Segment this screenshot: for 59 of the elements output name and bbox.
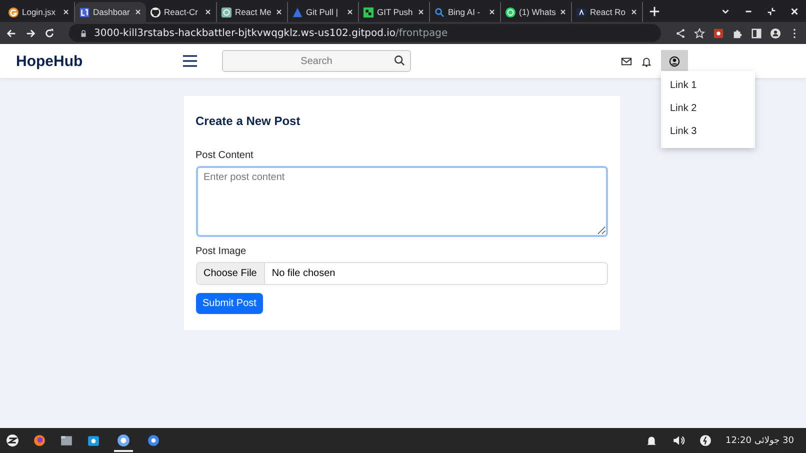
user-icon [669, 56, 680, 66]
menu-item[interactable]: Link 3 [661, 121, 755, 144]
search-icon [434, 6, 445, 18]
badge-logo-icon [576, 6, 587, 18]
bell-icon[interactable] [644, 434, 658, 447]
puzzle-icon[interactable] [732, 28, 743, 38]
logo-icon [79, 6, 90, 18]
brand-logo[interactable]: HopeHub [16, 52, 182, 70]
share-icon[interactable] [675, 28, 686, 38]
search-field[interactable]: Search [222, 50, 411, 72]
menu-item[interactable]: Link 1 [661, 75, 755, 98]
triangle-logo-icon [292, 6, 303, 18]
z-logo-icon[interactable] [6, 434, 19, 447]
browser-tab[interactable]: Dashboar [75, 2, 146, 22]
mail-icon[interactable] [621, 56, 632, 66]
menu-item[interactable]: Link 2 [661, 98, 755, 121]
sidebar-icon[interactable] [751, 28, 762, 38]
restore-icon[interactable] [766, 6, 777, 16]
circle-app-icon[interactable] [147, 434, 160, 447]
back-icon[interactable] [6, 28, 17, 38]
square-logo-icon [363, 6, 374, 18]
extension-icon[interactable] [713, 28, 724, 38]
close-icon [134, 8, 142, 16]
speaker-icon[interactable] [672, 434, 685, 447]
url-text: 3000-kill3rstabs-hackbattler-bjtkvwqgklz.ws-us102.gitpod.io/frontpage [94, 28, 448, 38]
field-label: Post Content [196, 150, 254, 161]
folder-icon[interactable] [60, 434, 73, 447]
close-icon [417, 8, 425, 16]
plus-icon[interactable] [649, 6, 660, 16]
close-icon[interactable] [789, 6, 800, 16]
camera-icon[interactable] [87, 434, 100, 447]
user-menu-button[interactable] [661, 50, 688, 72]
g-logo-icon [8, 6, 19, 18]
close-icon [559, 8, 567, 16]
close-icon [630, 8, 638, 16]
card-title: Create a New Post [196, 114, 302, 128]
star-icon[interactable] [694, 28, 705, 38]
close-icon [275, 8, 283, 16]
search-icon[interactable] [394, 55, 405, 66]
close-icon [204, 8, 212, 16]
submit-button[interactable]: Submit Post [196, 293, 264, 314]
menu-icon[interactable] [182, 54, 198, 68]
profile-icon[interactable] [770, 28, 781, 38]
lock-icon [79, 28, 88, 38]
reload-icon[interactable] [44, 28, 55, 38]
choose-file-button[interactable]: Choose File [196, 262, 265, 284]
file-input[interactable]: Choose File No file chosen [196, 262, 608, 285]
file-status: No file chosen [270, 268, 336, 279]
bell-icon[interactable] [641, 56, 652, 66]
power-icon[interactable] [698, 434, 712, 447]
address-bar[interactable]: 3000-kill3rstabs-hackbattler-bjtkvwqgklz.ws-us102.gitpod.io/frontpage [69, 24, 661, 42]
close-icon [62, 8, 70, 16]
circle-app-icon [117, 434, 130, 446]
close-icon [346, 8, 354, 16]
post-content-field[interactable]: Enter post content [196, 166, 608, 237]
close-icon [488, 8, 496, 16]
field-label: Post Image [196, 246, 248, 257]
forward-icon[interactable] [25, 28, 36, 38]
clock-text: 30 جولائی 12:20 [726, 436, 794, 446]
